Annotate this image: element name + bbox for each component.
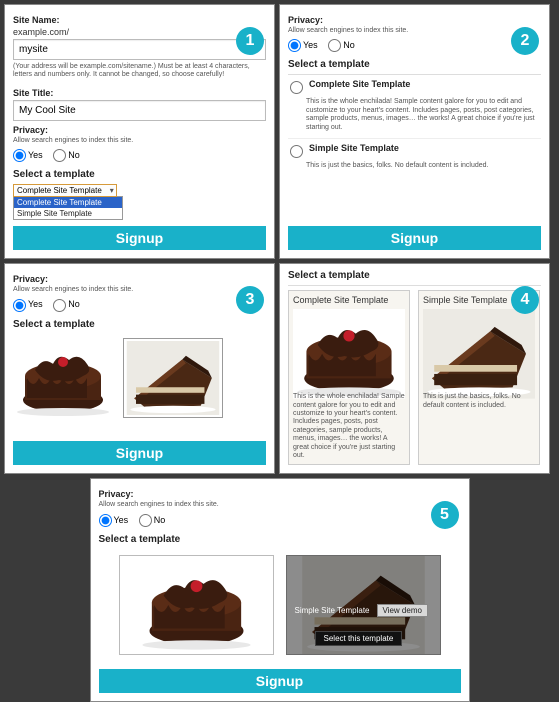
privacy-radios: Yes No [99, 514, 461, 527]
template-desc: This is just the basics, folks. No defau… [306, 162, 539, 170]
select-template-head: Select a template [99, 534, 461, 545]
label-privacy: Privacy: [13, 125, 266, 135]
privacy-radios: Yes No [13, 149, 266, 162]
template-card-complete[interactable]: Complete Site Template This is the whole… [288, 290, 410, 465]
template-title: Complete Site Template [309, 79, 410, 89]
template-thumb-complete[interactable] [13, 338, 113, 418]
template-cards: Complete Site Template This is the whole… [288, 290, 541, 465]
site-name-hint: (Your address will be example.com/sitena… [13, 63, 266, 80]
radio-no[interactable] [53, 299, 66, 312]
step-badge: 3 [236, 286, 264, 314]
site-title-input[interactable] [13, 100, 266, 121]
select-template-button[interactable]: Select this template [315, 631, 403, 646]
label-privacy: Privacy: [99, 489, 461, 499]
label-site-name: Site Name: [13, 15, 266, 25]
step-badge: 5 [431, 501, 459, 529]
radio-no-label[interactable]: No [53, 150, 80, 160]
template-card-simple[interactable]: Simple Site Template This is just the ba… [418, 290, 540, 465]
radio-yes[interactable] [13, 299, 26, 312]
radio-yes-label[interactable]: Yes [288, 40, 318, 50]
privacy-radios: Yes No [13, 299, 266, 312]
radio-no[interactable] [328, 39, 341, 52]
signup-button[interactable]: Signup [288, 226, 541, 250]
radio-yes-label[interactable]: Yes [13, 299, 43, 309]
step-badge: 1 [236, 27, 264, 55]
dropdown-opt-complete[interactable]: Complete Site Template [14, 197, 122, 208]
template-title: Simple Site Template [309, 143, 399, 153]
select-template-head: Select a template [288, 59, 541, 70]
radio-no[interactable] [53, 149, 66, 162]
radio-no-text: No [68, 150, 80, 160]
site-name-input[interactable] [13, 39, 266, 60]
card-image [423, 309, 535, 389]
radio-yes[interactable] [99, 514, 112, 527]
signup-button[interactable]: Signup [13, 226, 266, 250]
privacy-hint: Allow search engines to index this site. [13, 286, 266, 294]
label-site-title: Site Title: [13, 88, 266, 98]
signup-button[interactable]: Signup [99, 669, 461, 693]
label-privacy: Privacy: [288, 15, 541, 25]
radio-yes[interactable] [288, 39, 301, 52]
overlay-title: Simple Site Template [295, 606, 370, 615]
template-radio[interactable] [290, 81, 303, 94]
template-radio-list: Complete Site Template This is the whole… [288, 75, 541, 176]
template-thumb-simple[interactable] [123, 338, 223, 418]
panel-1: 1 Site Name: example.com/ (Your address … [4, 4, 275, 259]
radio-no-label[interactable]: No [328, 40, 355, 50]
panel-3: 3 Privacy: Allow search engines to index… [4, 263, 275, 474]
view-demo-button[interactable]: View demo [377, 604, 428, 617]
privacy-hint: Allow search engines to index this site. [13, 137, 266, 145]
domain-prefix: example.com/ [13, 27, 266, 37]
select-template-head: Select a template [13, 319, 266, 330]
template-image-row [13, 338, 266, 418]
radio-yes-text: Yes [28, 150, 43, 160]
card-desc: This is just the basics, folks. No defau… [423, 393, 535, 410]
template-option-complete[interactable]: Complete Site Template This is the whole… [288, 75, 541, 138]
radio-no[interactable] [139, 514, 152, 527]
template-select[interactable]: Complete Site Template [13, 184, 117, 197]
privacy-hint: Allow search engines to index this site. [288, 27, 541, 35]
card-title: Complete Site Template [293, 295, 405, 305]
panel-4: 4 Select a template Complete Site Templa… [279, 263, 550, 474]
card-desc: This is the whole enchilada! Sample cont… [293, 393, 405, 460]
step-badge: 2 [511, 27, 539, 55]
radio-no-label[interactable]: No [53, 299, 80, 309]
template-dropdown: Complete Site Template Simple Site Templ… [13, 196, 123, 220]
panel-5: 5 Privacy: Allow search engines to index… [90, 478, 470, 701]
panel-2: 2 Privacy: Allow search engines to index… [279, 4, 550, 259]
label-privacy: Privacy: [13, 274, 266, 284]
signup-button[interactable]: Signup [13, 441, 266, 465]
dropdown-opt-simple[interactable]: Simple Site Template [14, 208, 122, 219]
template-radio[interactable] [290, 145, 303, 158]
card-image [293, 309, 405, 389]
radio-no-label[interactable]: No [139, 515, 166, 525]
template-option-simple[interactable]: Simple Site Template This is just the ba… [288, 139, 541, 176]
radio-yes[interactable] [13, 149, 26, 162]
radio-yes-label[interactable]: Yes [99, 515, 129, 525]
step-badge: 4 [511, 286, 539, 314]
radio-yes-label[interactable]: Yes [13, 150, 43, 160]
select-template-head: Select a template [288, 270, 541, 281]
select-template-head: Select a template [13, 169, 266, 180]
template-desc: This is the whole enchilada! Sample cont… [306, 98, 539, 132]
privacy-hint: Allow search engines to index this site. [99, 501, 461, 509]
privacy-radios: Yes No [288, 39, 541, 52]
